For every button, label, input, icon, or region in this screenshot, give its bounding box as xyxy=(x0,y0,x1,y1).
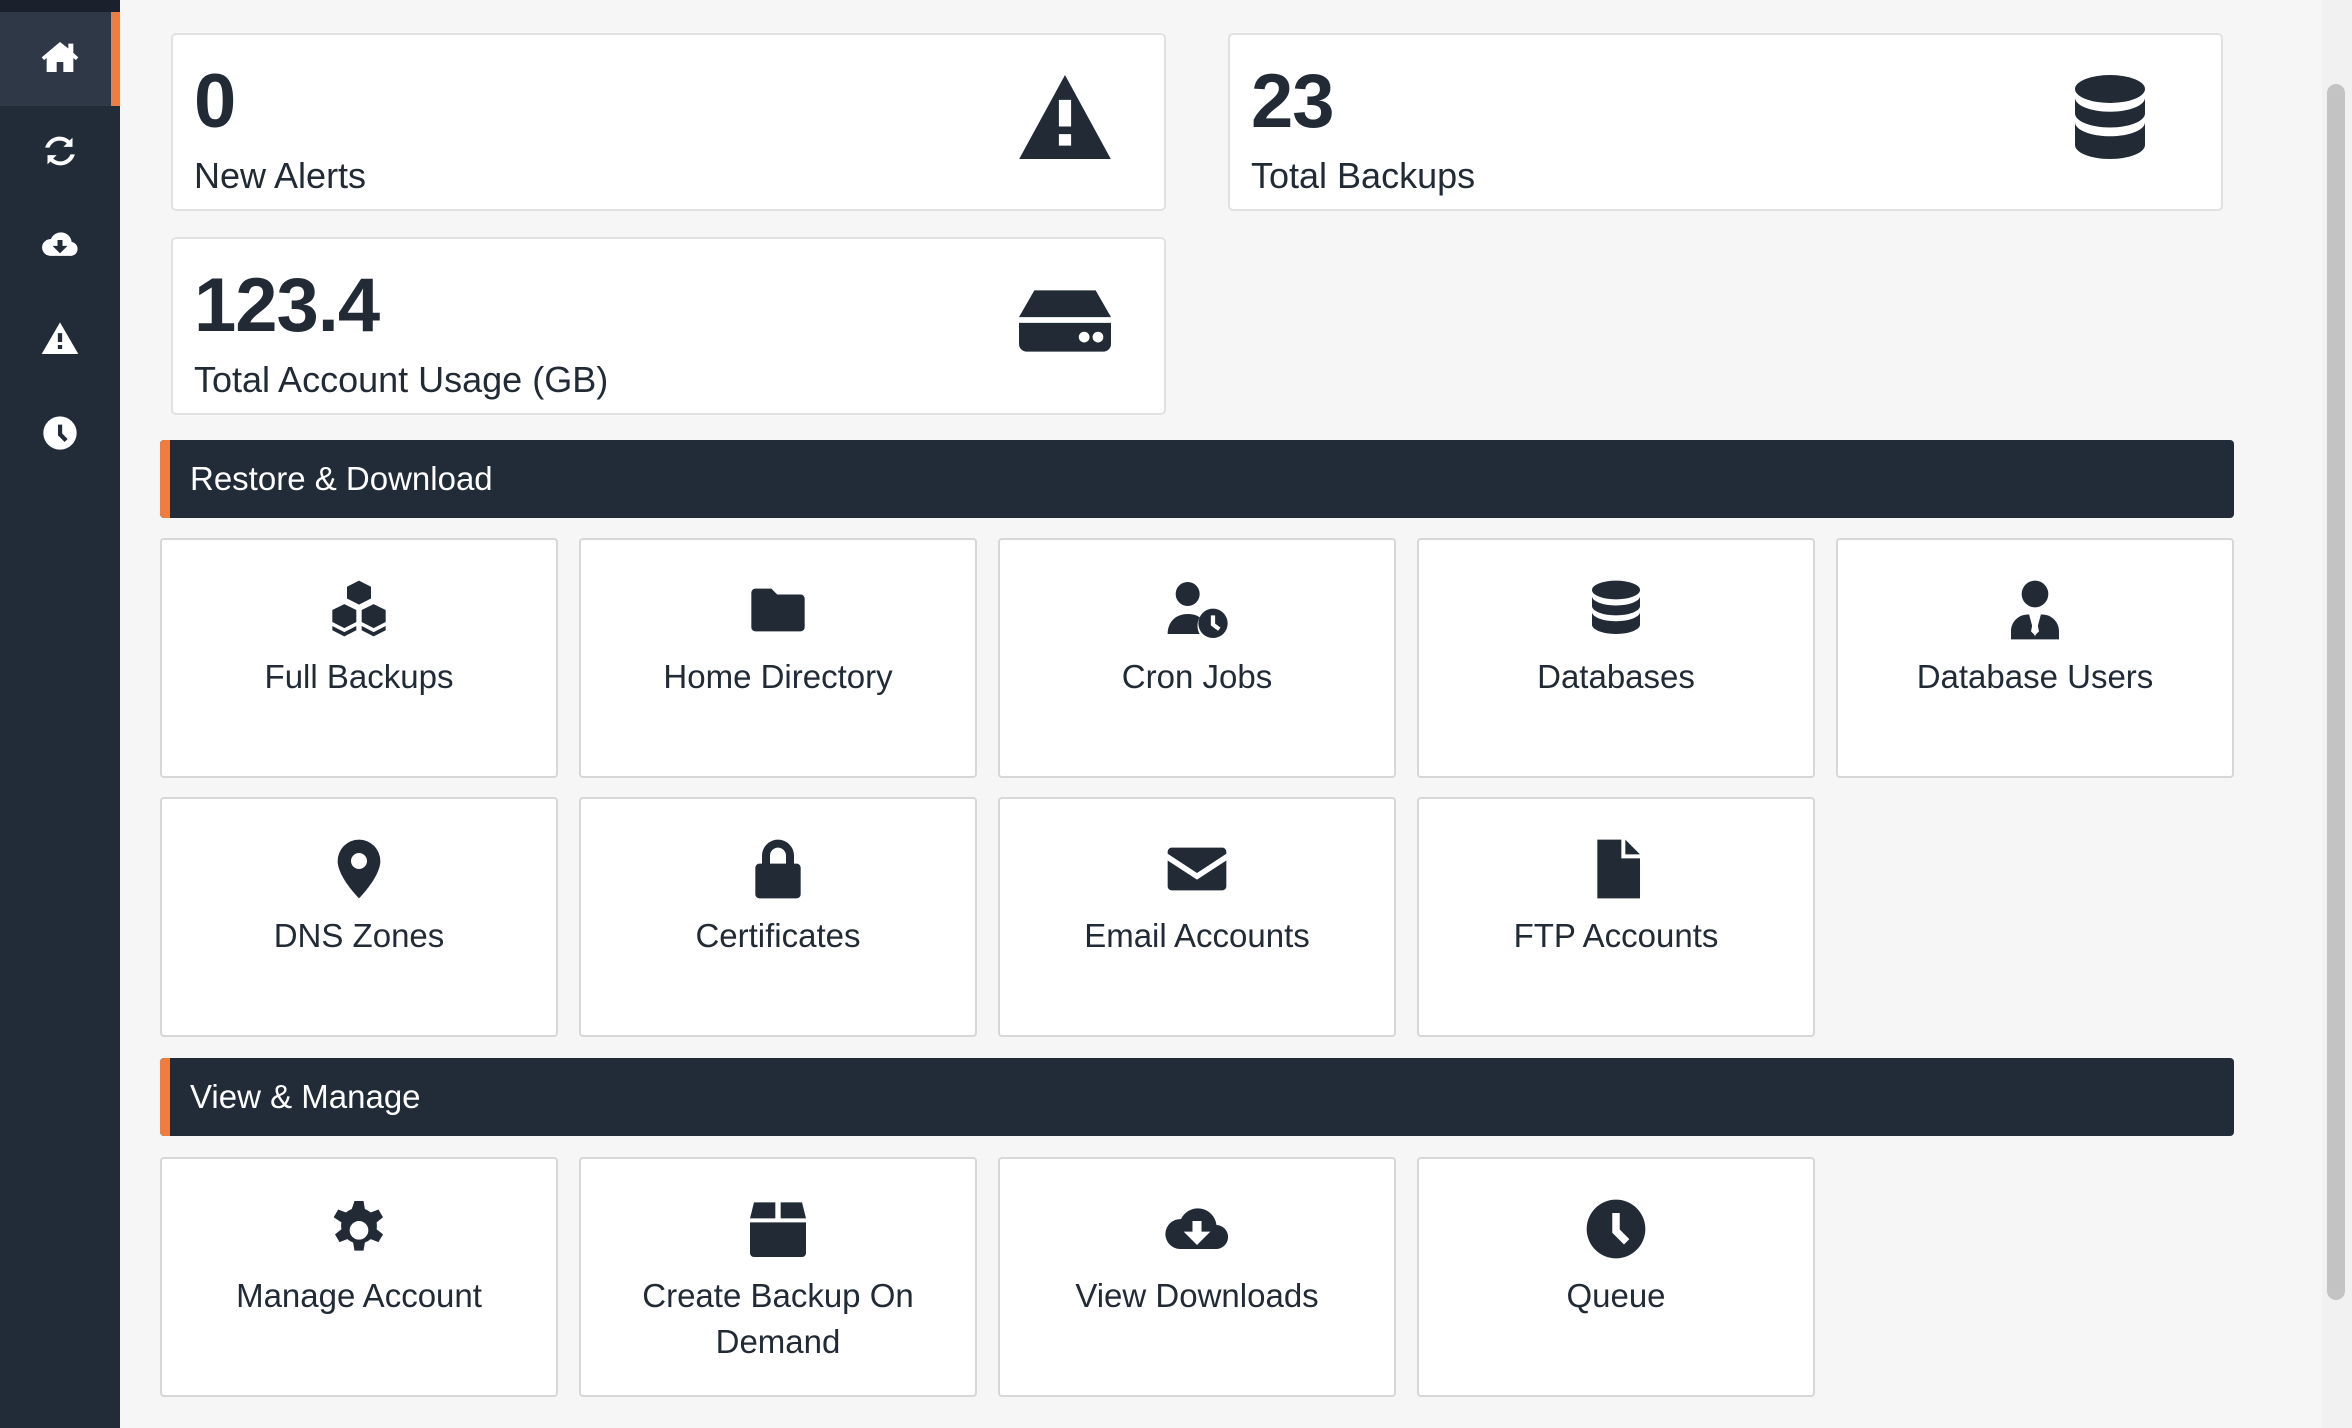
alerts-label: New Alerts xyxy=(194,155,367,196)
tile-dns-zones[interactable]: DNS Zones xyxy=(160,797,558,1037)
tile-label: FTP Accounts xyxy=(1513,917,1719,954)
tile-label: Home Directory xyxy=(663,658,893,695)
usage-value: 123.4 xyxy=(194,263,380,348)
stat-card-usage: 123.4 Total Account Usage (GB) xyxy=(171,237,1166,415)
restore-section-header: Restore & Download xyxy=(160,440,2234,518)
tile-label: Certificates xyxy=(695,917,861,954)
database-icon xyxy=(1584,578,1648,642)
tile-manage-account[interactable]: Manage Account xyxy=(160,1157,558,1397)
tile-label: Databases xyxy=(1537,658,1695,695)
user-tie-icon xyxy=(2003,578,2067,642)
cloud-download-icon xyxy=(1165,1197,1229,1261)
tile-label: Cron Jobs xyxy=(1121,658,1273,695)
tile-create-backup[interactable]: Create Backup On Demand xyxy=(579,1157,977,1397)
home-icon xyxy=(40,37,80,82)
tile-database-users[interactable]: Database Users xyxy=(1836,538,2234,778)
tile-label: View Downloads xyxy=(1075,1277,1319,1314)
scrollbar-thumb[interactable] xyxy=(2327,84,2345,1300)
tile-label: Manage Account xyxy=(236,1277,482,1314)
envelope-icon xyxy=(1165,837,1229,901)
tile-email-accounts[interactable]: Email Accounts xyxy=(998,797,1396,1037)
tile-label: Queue xyxy=(1566,1277,1666,1314)
file-icon xyxy=(1584,837,1648,901)
alerts-count: 0 xyxy=(194,59,236,144)
backups-label: Total Backups xyxy=(1251,155,1476,196)
tile-queue[interactable]: Queue xyxy=(1417,1157,1815,1397)
sidebar-top-edge xyxy=(0,0,120,12)
box-icon xyxy=(746,1197,810,1261)
folder-icon xyxy=(746,578,810,642)
tile-label: Email Accounts xyxy=(1084,917,1310,954)
cubes-icon xyxy=(327,578,391,642)
database-icon xyxy=(2074,75,2146,159)
usage-label: Total Account Usage (GB) xyxy=(194,359,609,400)
sidebar-item-downloads[interactable] xyxy=(0,200,120,294)
tile-certificates[interactable]: Certificates xyxy=(579,797,977,1037)
stat-card-alerts: 0 New Alerts xyxy=(171,33,1166,211)
stat-card-backups: 23 Total Backups xyxy=(1228,33,2223,211)
lock-icon xyxy=(746,837,810,901)
map-marker-icon xyxy=(327,837,391,901)
manage-section-title: View & Manage xyxy=(190,1078,421,1115)
tile-databases[interactable]: Databases xyxy=(1417,538,1815,778)
page-scrollbar[interactable] xyxy=(2322,0,2352,1428)
backups-count: 23 xyxy=(1251,59,1335,144)
sidebar-item-queue[interactable] xyxy=(0,388,120,482)
warning-icon xyxy=(1019,75,1111,159)
manage-section-header: View & Manage xyxy=(160,1058,2234,1136)
sidebar xyxy=(0,0,120,1428)
tile-full-backups[interactable]: Full Backups xyxy=(160,538,558,778)
tile-label: Full Backups xyxy=(264,658,454,695)
tile-label: DNS Zones xyxy=(273,917,445,954)
sidebar-item-alerts[interactable] xyxy=(0,294,120,388)
tile-ftp-accounts[interactable]: FTP Accounts xyxy=(1417,797,1815,1037)
user-clock-icon xyxy=(1165,578,1229,642)
cloud-download-icon xyxy=(40,225,80,270)
sidebar-item-refresh[interactable] xyxy=(0,106,120,200)
gear-icon xyxy=(327,1197,391,1261)
tile-view-downloads[interactable]: View Downloads xyxy=(998,1157,1396,1397)
clock-icon xyxy=(1584,1197,1648,1261)
sidebar-item-home[interactable] xyxy=(0,12,120,106)
tile-label: Database Users xyxy=(1916,658,2154,695)
warning-icon xyxy=(40,319,80,364)
refresh-icon xyxy=(40,131,80,176)
tile-home-directory[interactable]: Home Directory xyxy=(579,538,977,778)
restore-section-title: Restore & Download xyxy=(190,460,493,497)
tile-cron-jobs[interactable]: Cron Jobs xyxy=(998,538,1396,778)
hard-drive-icon xyxy=(1019,289,1111,353)
clock-icon xyxy=(40,413,80,458)
tile-label: Create Backup On Demand xyxy=(642,1277,914,1360)
